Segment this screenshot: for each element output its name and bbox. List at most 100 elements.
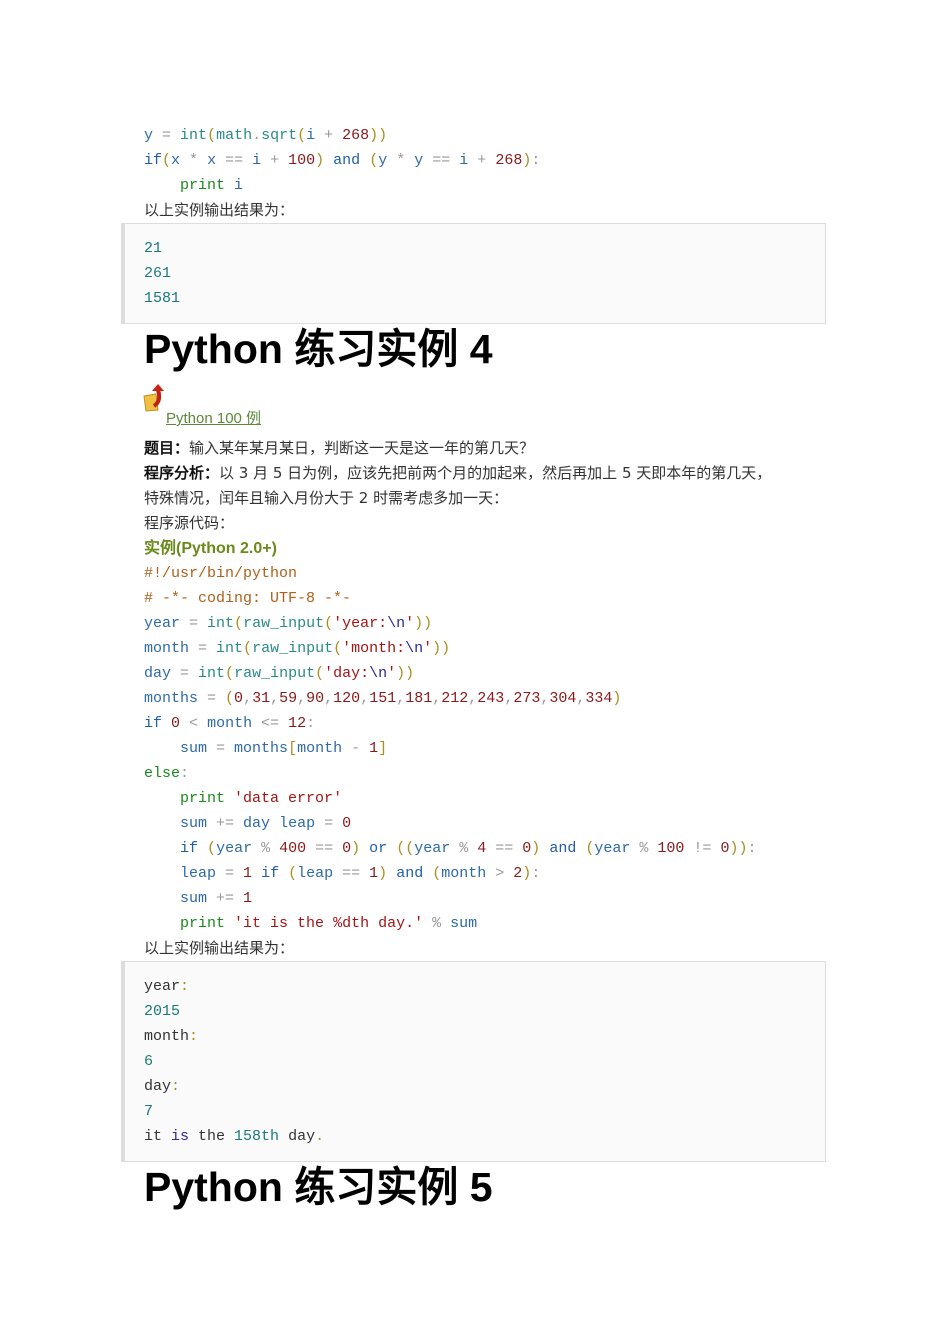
code-token: y [414, 152, 424, 169]
code-token: raw_input [234, 665, 316, 682]
python-100-link[interactable]: Python 100 例 [166, 407, 261, 428]
code-token: 12 [288, 715, 307, 732]
code-token: 1 [369, 865, 379, 882]
code-token: if [180, 840, 199, 857]
python-100-link-row: Python 100 例 [0, 374, 950, 436]
code-token: . [252, 127, 262, 144]
code-token: 59 [279, 690, 298, 707]
code-token: ( [162, 152, 172, 169]
code-token: if [144, 152, 163, 169]
code-token: , [432, 690, 442, 707]
analysis-text: 以 3 月 5 日为例，应该先把前两个月的加起来，然后再加上 5 天即本年的第几… [219, 464, 772, 482]
code-token: : [531, 865, 541, 882]
code-token: ( [234, 615, 244, 632]
output-block: 21 261 1581 [121, 223, 826, 324]
code-token: += [207, 815, 244, 832]
code-token: ) [351, 840, 361, 857]
code-token: 1 [369, 740, 379, 757]
code-token: + [315, 127, 343, 144]
code-token: ( [207, 127, 217, 144]
output-label: 以上实例输出结果为： [144, 939, 295, 957]
code-token: the [189, 1128, 235, 1145]
code-token: ( [297, 127, 307, 144]
code-token: , [270, 690, 280, 707]
code-token: 158th [234, 1128, 280, 1145]
folder-up-arrow-icon [143, 384, 164, 412]
document-page: y = int(math.sqrt(i + 268)) if(x * x == i… [0, 123, 950, 1212]
code-token: if [144, 715, 163, 732]
code-token: 268 [495, 152, 523, 169]
code-token: sum [450, 915, 478, 932]
code-token: 268 [342, 127, 370, 144]
code-token: months [144, 690, 199, 707]
code-token: 7 [144, 1103, 154, 1120]
code-token: : [747, 840, 757, 857]
problem-statement: 题目：输入某年某月某日，判断这一天是这一年的第几天？ [0, 436, 950, 461]
code-token: \n [369, 665, 388, 682]
output-label: 以上实例输出结果为： [144, 201, 295, 219]
code-token: 1 [243, 865, 253, 882]
code-token: 100 [657, 840, 685, 857]
code-line: if (year % 400 == 0) or ((year % 4 == 0)… [0, 836, 950, 861]
code-token: ) [378, 865, 388, 882]
code-token: year [216, 840, 253, 857]
code-token: ) [522, 865, 532, 882]
code-token: , [540, 690, 550, 707]
code-token: * [180, 152, 208, 169]
code-line: print i [0, 173, 950, 198]
code-block-main: #!/usr/bin/python # -*- coding: UTF-8 -*-… [0, 561, 950, 936]
code-token: i [306, 127, 316, 144]
code-token: == [306, 840, 343, 857]
code-token: month [207, 715, 253, 732]
code-line: 21 [125, 236, 825, 261]
code-token: , [504, 690, 514, 707]
code-token: #!/usr/bin/python [144, 565, 298, 582]
code-token: = [198, 690, 226, 707]
code-token: 1581 [144, 290, 181, 307]
code-token: day [144, 665, 172, 682]
code-token: ' [405, 615, 415, 632]
code-line: sum = months[month - 1] [0, 736, 950, 761]
code-token: == [333, 865, 370, 882]
code-line: #!/usr/bin/python [0, 561, 950, 586]
code-token: 21 [144, 240, 163, 257]
code-token: math [216, 127, 253, 144]
code-token: % [252, 840, 280, 857]
code-token: + [468, 152, 496, 169]
code-line: it is the 158th day. [125, 1124, 825, 1149]
code-token: sqrt [261, 127, 298, 144]
code-token: == [216, 152, 253, 169]
code-token: 0 [342, 815, 352, 832]
code-line: # -*- coding: UTF-8 -*- [0, 586, 950, 611]
code-token: ( [315, 665, 325, 682]
code-line: 6 [125, 1049, 825, 1074]
code-line: year = int(raw_input('year:\n')) [0, 611, 950, 636]
code-token: > [486, 865, 514, 882]
code-token: ( [288, 865, 298, 882]
code-token: i [234, 177, 244, 194]
problem-label: 题目： [144, 439, 190, 457]
code-token: )) [414, 615, 433, 632]
code-token: == [423, 152, 460, 169]
code-line: print 'it is the %dth day.' % sum [0, 911, 950, 936]
code-token: day [279, 1128, 316, 1145]
code-token: day [243, 815, 271, 832]
code-token: sum [180, 815, 208, 832]
code-token: x [207, 152, 217, 169]
code-block-top: y = int(math.sqrt(i + 268)) if(x * x == i… [0, 123, 950, 198]
code-token: )) [432, 640, 451, 657]
code-token: ( [207, 840, 217, 857]
code-token: raw_input [243, 615, 325, 632]
code-token: = [180, 615, 208, 632]
code-token: ( [243, 640, 253, 657]
code-token: ( [333, 640, 343, 657]
